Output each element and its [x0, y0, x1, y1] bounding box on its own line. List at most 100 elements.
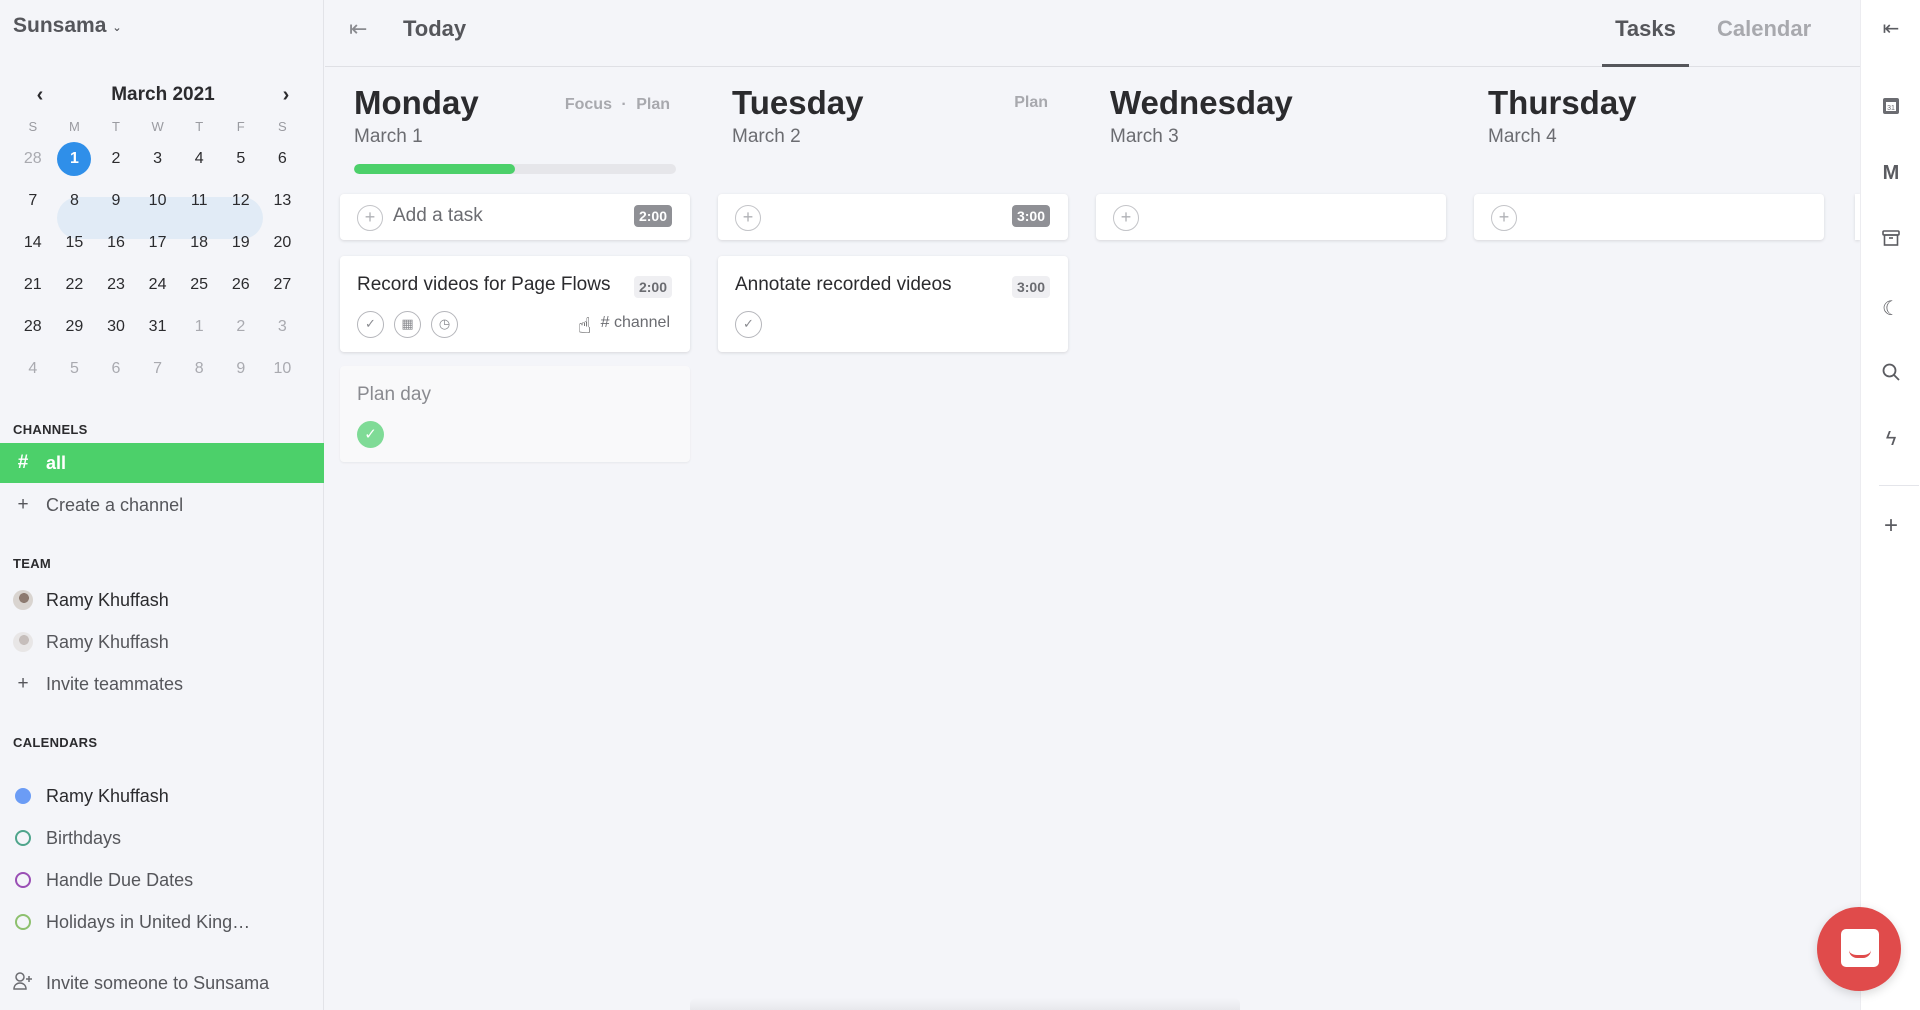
calendar-day[interactable]: 5: [220, 138, 262, 180]
day-number: 2: [236, 318, 246, 335]
calendar-day[interactable]: 7: [12, 180, 54, 222]
calendar-color-dot-icon[interactable]: [15, 830, 31, 846]
complete-check-icon[interactable]: ✓: [357, 311, 384, 338]
task-card-completed[interactable]: Plan day ✓: [340, 366, 690, 462]
calendar-day[interactable]: 3: [262, 306, 304, 348]
add-task-plus-icon[interactable]: +: [357, 205, 383, 231]
calendar-day[interactable]: 24: [137, 264, 179, 306]
calendar-day[interactable]: 1: [178, 306, 220, 348]
plan-link[interactable]: Plan: [636, 96, 670, 113]
calendar-day[interactable]: 10: [137, 180, 179, 222]
calendar-day[interactable]: 16: [95, 222, 137, 264]
weekday-label: W: [151, 119, 164, 134]
create-channel-button[interactable]: + Create a channel: [0, 485, 324, 525]
sidebar-item-calendar[interactable]: Ramy Khuffash: [0, 776, 324, 816]
sidebar-item-calendar[interactable]: Birthdays: [0, 818, 324, 858]
calendar-day[interactable]: 15: [54, 222, 96, 264]
search-icon[interactable]: [1861, 362, 1920, 388]
calendar-color-dot-icon[interactable]: [15, 872, 31, 888]
task-card[interactable]: Annotate recorded videos 3:00 ✓: [718, 256, 1068, 352]
clock-icon[interactable]: ◷: [431, 311, 458, 338]
completed-check-icon[interactable]: ✓: [357, 421, 384, 448]
calendar-day[interactable]: 5: [54, 348, 96, 390]
calendar-day[interactable]: 22: [54, 264, 96, 306]
calendar-day[interactable]: 3: [137, 138, 179, 180]
add-task-input[interactable]: + Add a task 2:00: [340, 194, 690, 240]
calendar-day[interactable]: 12: [220, 180, 262, 222]
calendar-day[interactable]: 21: [12, 264, 54, 306]
task-time-badge[interactable]: 3:00: [1011, 276, 1050, 298]
support-chat-button[interactable]: [1817, 907, 1901, 991]
task-card[interactable]: Record videos for Page Flows 2:00 ✓ ▦ ◷ …: [340, 256, 690, 352]
calendar-day[interactable]: 26: [220, 264, 262, 306]
calendar-day[interactable]: 8: [178, 348, 220, 390]
calendar-day[interactable]: 17: [137, 222, 179, 264]
calendar-day[interactable]: 6: [262, 138, 304, 180]
add-task-plus-icon[interactable]: +: [1491, 205, 1517, 231]
top-bar: ⇤ Today Tasks Calendar: [325, 0, 1860, 67]
sidebar-item-team-member[interactable]: Ramy Khuffash: [0, 622, 324, 662]
calendar-day[interactable]: 4: [178, 138, 220, 180]
calendar-day[interactable]: 7: [137, 348, 179, 390]
focus-link[interactable]: Focus: [565, 96, 612, 113]
day-progress-bar: [354, 164, 676, 174]
day-number: 5: [236, 150, 246, 167]
collapse-rail-icon[interactable]: ⇤: [1861, 16, 1920, 41]
sidebar-item-calendar[interactable]: Holidays in United King…: [0, 902, 324, 942]
calendar-day[interactable]: 31: [137, 306, 179, 348]
calendar-day[interactable]: 30: [95, 306, 137, 348]
workspace-switcher[interactable]: Sunsama ⌄: [13, 14, 122, 38]
channel-tag[interactable]: # channel: [601, 314, 670, 332]
tab-tasks[interactable]: Tasks: [1602, 16, 1689, 67]
calendar-color-dot-icon[interactable]: [15, 914, 31, 930]
calendar-day[interactable]: 18: [178, 222, 220, 264]
add-task-input[interactable]: +: [1096, 194, 1446, 240]
task-time-badge[interactable]: 2:00: [633, 276, 672, 298]
calendar-icon[interactable]: ▦: [394, 311, 421, 338]
calendar-day[interactable]: 28: [12, 138, 54, 180]
archive-icon[interactable]: [1861, 228, 1920, 254]
lightning-icon[interactable]: ϟ: [1861, 428, 1920, 451]
night-mode-icon[interactable]: ☾: [1861, 296, 1920, 321]
google-calendar-icon[interactable]: 31: [1861, 96, 1920, 122]
chevron-left-icon[interactable]: ‹: [30, 84, 50, 107]
calendar-day[interactable]: 8: [54, 180, 96, 222]
calendar-day[interactable]: 13: [262, 180, 304, 222]
calendar-day[interactable]: 6: [95, 348, 137, 390]
calendar-day[interactable]: 20: [262, 222, 304, 264]
calendar-day[interactable]: 11: [178, 180, 220, 222]
calendar-day[interactable]: 28: [12, 306, 54, 348]
calendar-day[interactable]: 10: [262, 348, 304, 390]
calendar-day[interactable]: 9: [95, 180, 137, 222]
plan-link[interactable]: Plan: [1014, 94, 1048, 111]
add-integration-icon[interactable]: +: [1861, 512, 1920, 540]
gmail-icon[interactable]: M: [1861, 162, 1920, 185]
calendar-day[interactable]: 25: [178, 264, 220, 306]
add-task-plus-icon[interactable]: +: [735, 205, 761, 231]
calendar-day[interactable]: 19: [220, 222, 262, 264]
calendar-day[interactable]: 2: [95, 138, 137, 180]
calendar-day[interactable]: 2: [220, 306, 262, 348]
calendar-day[interactable]: 4: [12, 348, 54, 390]
sidebar-item-channel-all[interactable]: # all: [0, 443, 324, 483]
calendar-day[interactable]: 14: [12, 222, 54, 264]
invite-teammates-button[interactable]: + Invite teammates: [0, 664, 324, 704]
calendar-day-selected[interactable]: 1: [54, 138, 96, 180]
add-task-plus-icon[interactable]: +: [1113, 205, 1139, 231]
calendar-day[interactable]: 9: [220, 348, 262, 390]
chevron-right-icon[interactable]: ›: [276, 84, 296, 107]
calendar-day[interactable]: 29: [54, 306, 96, 348]
calendar-color-dot-filled-icon[interactable]: [15, 788, 31, 804]
complete-check-icon[interactable]: ✓: [735, 311, 762, 338]
tab-calendar[interactable]: Calendar: [1717, 16, 1811, 67]
add-task-input[interactable]: + 3:00: [718, 194, 1068, 240]
calendar-day[interactable]: 23: [95, 264, 137, 306]
hash-icon: #: [17, 452, 29, 473]
calendar-day[interactable]: 27: [262, 264, 304, 306]
collapse-sidebar-icon[interactable]: ⇤: [349, 16, 367, 42]
add-task-input[interactable]: +: [1474, 194, 1824, 240]
sidebar-item-calendar[interactable]: Handle Due Dates: [0, 860, 324, 900]
sidebar-item-team-member[interactable]: Ramy Khuffash: [0, 580, 324, 620]
day-number: 6: [111, 360, 121, 377]
invite-someone-button[interactable]: Invite someone to Sunsama: [0, 963, 324, 1003]
